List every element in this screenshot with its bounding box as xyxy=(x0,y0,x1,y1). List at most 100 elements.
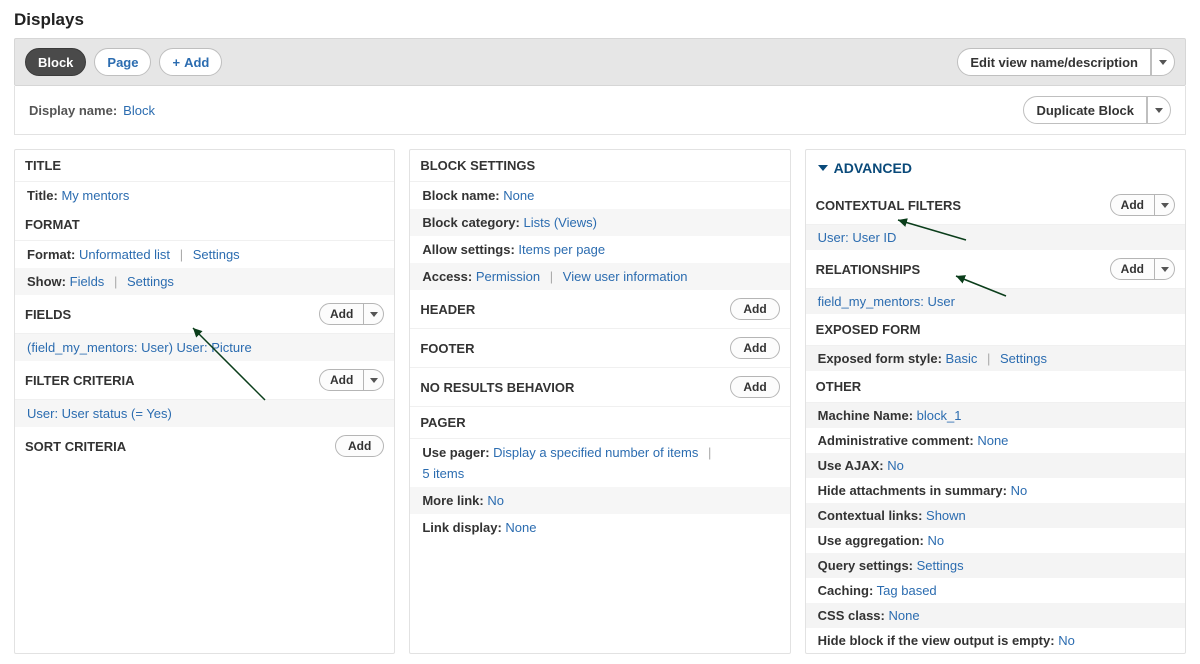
noresults-header: NO RESULTS BEHAVIOR Add xyxy=(410,368,789,407)
filter-add-dropdown[interactable] xyxy=(364,369,384,391)
filter-row-0[interactable]: User: User status (= Yes) xyxy=(15,400,394,427)
use-aggregation-value[interactable]: No xyxy=(927,533,944,548)
more-link-label: More link: xyxy=(422,493,483,508)
caret-down-icon xyxy=(1161,203,1169,208)
use-aggregation-row: Use aggregation: No xyxy=(806,528,1185,553)
displays-tab-bar: Block Page + Add Edit view name/descript… xyxy=(14,38,1186,86)
add-display-button[interactable]: + Add xyxy=(159,48,222,76)
contextual-add-dropdown[interactable] xyxy=(1155,194,1175,216)
filter-row-0-label: User: User status (= Yes) xyxy=(27,406,172,421)
relationships-add-dropdown[interactable] xyxy=(1155,258,1175,280)
fields-header: FIELDS Add xyxy=(15,295,394,334)
link-display-label: Link display: xyxy=(422,520,501,535)
block-name-row: Block name: None xyxy=(410,182,789,209)
caret-down-icon xyxy=(1161,267,1169,272)
sort-add-button[interactable]: Add xyxy=(335,435,384,457)
show-value[interactable]: Fields xyxy=(70,274,105,289)
hide-block-value[interactable]: No xyxy=(1058,633,1075,648)
fields-add-dropdown[interactable] xyxy=(364,303,384,325)
css-class-row: CSS class: None xyxy=(806,603,1185,628)
column-block-settings: BLOCK SETTINGS Block name: None Block ca… xyxy=(409,149,790,654)
duplicate-button[interactable]: Duplicate Block xyxy=(1023,96,1147,124)
pager-items-row: 5 items xyxy=(410,466,789,487)
access-link[interactable]: View user information xyxy=(563,269,688,284)
column-advanced: ADVANCED CONTEXTUAL FILTERS Add User: Us… xyxy=(805,149,1186,654)
duplicate-split: Duplicate Block xyxy=(1023,96,1171,124)
noresults-add-button[interactable]: Add xyxy=(730,376,779,398)
fields-add-button[interactable]: Add xyxy=(319,303,364,325)
footer-header: FOOTER Add xyxy=(410,329,789,368)
header-add-button[interactable]: Add xyxy=(730,298,779,320)
access-value[interactable]: Permission xyxy=(476,269,540,284)
link-display-value[interactable]: None xyxy=(505,520,536,535)
filter-add-button[interactable]: Add xyxy=(319,369,364,391)
hide-attachments-value[interactable]: No xyxy=(1011,483,1028,498)
contextual-filters-header: CONTEXTUAL FILTERS Add xyxy=(806,186,1185,225)
css-class-label: CSS class: xyxy=(818,608,885,623)
admin-comment-row: Administrative comment: None xyxy=(806,428,1185,453)
noresults-header-label: NO RESULTS BEHAVIOR xyxy=(420,380,574,395)
footer-header-label: FOOTER xyxy=(420,341,474,356)
hide-attachments-row: Hide attachments in summary: No xyxy=(806,478,1185,503)
use-ajax-value[interactable]: No xyxy=(887,458,904,473)
access-label: Access: xyxy=(422,269,472,284)
filter-header: FILTER CRITERIA Add xyxy=(15,361,394,400)
show-row: Show: Fields | Settings xyxy=(15,268,394,295)
more-link-value[interactable]: No xyxy=(487,493,504,508)
machine-name-value[interactable]: block_1 xyxy=(917,408,962,423)
pager-value[interactable]: Display a specified number of items xyxy=(493,445,698,460)
machine-name-row: Machine Name: block_1 xyxy=(806,403,1185,428)
add-display-label: Add xyxy=(184,55,209,70)
columns: TITLE Title: My mentors FORMAT Format: U… xyxy=(14,149,1186,654)
exposed-form-value[interactable]: Basic xyxy=(946,351,978,366)
duplicate-dropdown[interactable] xyxy=(1147,96,1171,124)
sort-header-label: SORT CRITERIA xyxy=(25,439,126,454)
block-name-value[interactable]: None xyxy=(503,188,534,203)
format-value[interactable]: Unformatted list xyxy=(79,247,170,262)
advanced-toggle[interactable]: ADVANCED xyxy=(806,150,1185,186)
relationship-row-0[interactable]: field_my_mentors: User xyxy=(806,289,1185,314)
footer-add-button[interactable]: Add xyxy=(730,337,779,359)
edit-view-dropdown[interactable] xyxy=(1151,48,1175,76)
query-settings-value[interactable]: Settings xyxy=(917,558,964,573)
format-row: Format: Unformatted list | Settings xyxy=(15,241,394,268)
caret-down-icon xyxy=(370,312,378,317)
admin-comment-value[interactable]: None xyxy=(977,433,1008,448)
fields-add-split: Add xyxy=(319,303,384,325)
use-ajax-label: Use AJAX: xyxy=(818,458,884,473)
exposed-form-label: Exposed form style: xyxy=(818,351,942,366)
format-settings-link[interactable]: Settings xyxy=(193,247,240,262)
caret-down-icon xyxy=(1159,60,1167,65)
display-name-value[interactable]: Block xyxy=(123,103,155,118)
block-name-label: Block name: xyxy=(422,188,499,203)
css-class-value[interactable]: None xyxy=(888,608,919,623)
block-category-value[interactable]: Lists (Views) xyxy=(524,215,597,230)
contextual-add-split: Add xyxy=(1110,194,1175,216)
title-header: TITLE xyxy=(15,150,394,182)
pager-items-value[interactable]: 5 items xyxy=(422,466,464,481)
contextual-links-value[interactable]: Shown xyxy=(926,508,966,523)
filter-header-label: FILTER CRITERIA xyxy=(25,373,135,388)
exposed-form-row: Exposed form style: Basic | Settings xyxy=(806,346,1185,371)
use-ajax-row: Use AJAX: No xyxy=(806,453,1185,478)
caching-value[interactable]: Tag based xyxy=(877,583,937,598)
edit-view-button[interactable]: Edit view name/description xyxy=(957,48,1151,76)
show-settings-link[interactable]: Settings xyxy=(127,274,174,289)
contextual-add-button[interactable]: Add xyxy=(1110,194,1155,216)
allow-settings-label: Allow settings: xyxy=(422,242,514,257)
relationships-add-button[interactable]: Add xyxy=(1110,258,1155,280)
title-value[interactable]: My mentors xyxy=(61,188,129,203)
allow-settings-value[interactable]: Items per page xyxy=(518,242,605,257)
exposed-form-settings-link[interactable]: Settings xyxy=(1000,351,1047,366)
query-settings-label: Query settings: xyxy=(818,558,913,573)
format-header: FORMAT xyxy=(15,209,394,241)
display-name-label: Display name: xyxy=(29,103,117,118)
tab-page[interactable]: Page xyxy=(94,48,151,76)
field-row-0[interactable]: (field_my_mentors: User) User: Picture xyxy=(15,334,394,361)
relationship-row-0-label: field_my_mentors: User xyxy=(818,294,955,309)
tab-block[interactable]: Block xyxy=(25,48,86,76)
contextual-filter-row-0[interactable]: User: User ID xyxy=(806,225,1185,250)
contextual-links-row: Contextual links: Shown xyxy=(806,503,1185,528)
header-header: HEADER Add xyxy=(410,290,789,329)
page-title: Displays xyxy=(14,10,1186,30)
